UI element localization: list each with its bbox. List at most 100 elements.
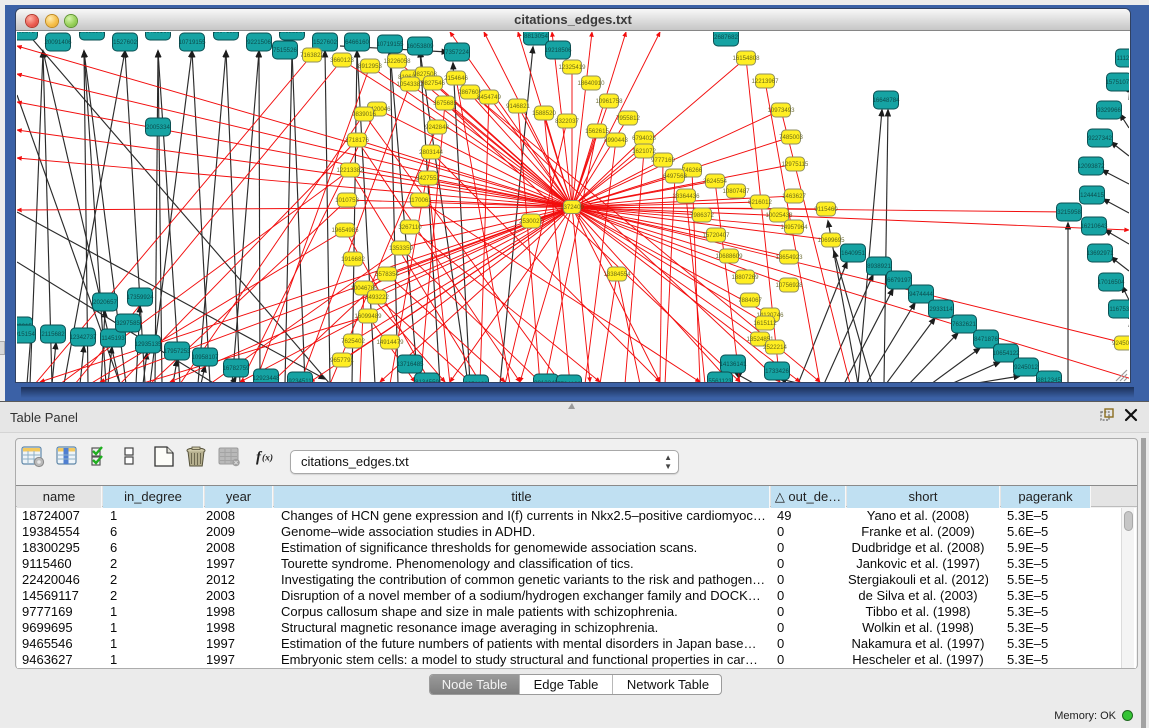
svg-text:12213967: 12213967 [751, 78, 779, 85]
svg-text:5561123: 5561123 [708, 378, 732, 382]
svg-text:1916682: 1916682 [341, 256, 365, 263]
svg-text:10807487: 10807487 [722, 188, 750, 195]
svg-text:2530027: 2530027 [519, 218, 543, 225]
svg-text:7515526: 7515526 [273, 47, 297, 54]
svg-text:10553267: 10553267 [278, 32, 306, 35]
svg-text:7625402: 7625402 [341, 338, 365, 345]
svg-text:16099489: 16099489 [354, 313, 382, 320]
svg-text:10719155: 10719155 [178, 39, 206, 46]
svg-text:17957253: 17957253 [163, 348, 191, 355]
svg-text:10688609: 10688609 [715, 253, 743, 260]
svg-text:2154646: 2154646 [444, 75, 468, 82]
svg-text:1621072: 1621072 [632, 148, 656, 155]
svg-text:12975115: 12975115 [782, 161, 809, 168]
svg-text:18640910: 18640910 [577, 80, 605, 87]
svg-text:6794028: 6794028 [632, 135, 656, 142]
svg-text:7955812: 7955812 [616, 115, 640, 122]
svg-text:10654122: 10654122 [992, 350, 1020, 357]
svg-text:10543382: 10543382 [396, 81, 424, 88]
svg-text:3493222: 3493222 [365, 294, 389, 301]
svg-text:7884067: 7884067 [738, 297, 762, 304]
svg-text:1010753: 1010753 [335, 197, 359, 204]
svg-text:6497568: 6497568 [663, 173, 687, 180]
svg-text:13716485: 13716485 [396, 361, 424, 368]
svg-text:15751074: 15751074 [1105, 79, 1129, 86]
svg-text:1372409: 1372409 [560, 204, 584, 211]
svg-text:2522214: 2522214 [763, 344, 787, 351]
svg-text:1353359: 1353359 [389, 245, 413, 252]
svg-text:14914479: 14914479 [376, 339, 404, 346]
svg-text:16671355: 16671355 [212, 32, 240, 35]
svg-text:12923448: 12923448 [252, 375, 280, 382]
svg-text:3215958: 3215958 [1057, 209, 1081, 216]
svg-text:9474444: 9474444 [909, 291, 933, 298]
svg-text:16053809: 16053809 [406, 43, 434, 50]
svg-text:3675685: 3675685 [433, 100, 457, 107]
svg-text:9777169: 9777169 [651, 157, 675, 164]
svg-text:14136141: 14136141 [719, 361, 747, 368]
svg-text:1170061: 1170061 [408, 197, 432, 204]
svg-text:16782759: 16782759 [222, 365, 250, 372]
svg-text:6466160: 6466160 [345, 39, 369, 46]
svg-text:3915154: 3915154 [17, 331, 35, 338]
svg-text:6216012: 6216012 [748, 199, 772, 206]
svg-text:9245012: 9245012 [1014, 364, 1038, 371]
svg-text:8134559: 8134559 [415, 379, 439, 382]
svg-text:3660123: 3660123 [330, 57, 354, 64]
svg-text:8990443: 8990443 [604, 137, 628, 144]
svg-text:2115682: 2115682 [41, 331, 65, 338]
svg-text:10756928: 10756928 [775, 282, 803, 289]
svg-text:1733426: 1733426 [765, 368, 789, 375]
svg-text:18807269: 18807269 [731, 274, 759, 281]
svg-text:12342737: 12342737 [69, 334, 97, 341]
svg-text:10961758: 10961758 [595, 98, 623, 105]
svg-text:7163822: 7163822 [300, 52, 324, 59]
svg-text:17359924: 17359924 [126, 294, 154, 301]
svg-text:(x): (x) [262, 453, 273, 464]
svg-text:13692971: 13692971 [1086, 250, 1114, 257]
svg-text:9146821: 9146821 [506, 103, 530, 110]
svg-text:8812345: 8812345 [1037, 377, 1061, 382]
svg-text:16154808: 16154808 [732, 55, 760, 62]
svg-text:10553267: 10553267 [78, 32, 106, 35]
svg-text:9221506: 9221506 [247, 39, 271, 46]
svg-text:1588520: 1588520 [532, 110, 556, 117]
svg-text:7485003: 7485003 [779, 134, 803, 141]
svg-text:1527602: 1527602 [313, 39, 337, 46]
svg-text:1463627: 1463627 [782, 193, 806, 200]
svg-text:8912953: 8912953 [358, 63, 382, 70]
svg-text:19654985: 19654985 [331, 227, 359, 234]
svg-text:12325419: 12325419 [558, 64, 586, 71]
svg-text:3267110: 3267110 [398, 224, 422, 231]
svg-text:10719155: 10719155 [376, 41, 404, 48]
svg-text:17016504: 17016504 [1097, 279, 1125, 286]
svg-text:12093872: 12093872 [1077, 163, 1105, 170]
svg-text:13384554: 13384554 [603, 271, 631, 278]
svg-text:1244415: 1244415 [1080, 192, 1104, 199]
svg-text:13226058: 13226058 [383, 58, 411, 65]
svg-text:12213382: 12213382 [336, 167, 364, 174]
svg-text:9115460: 9115460 [814, 206, 838, 213]
svg-text:9242848: 9242848 [425, 124, 449, 131]
svg-text:2005334: 2005334 [146, 124, 170, 131]
svg-text:2718176: 2718176 [345, 137, 369, 144]
svg-text:16210643: 16210643 [1080, 223, 1108, 230]
svg-text:2933114: 2933114 [929, 306, 953, 313]
svg-text:14957964: 14957964 [780, 224, 808, 231]
svg-text:3624554: 3624554 [703, 178, 727, 185]
svg-text:2687682: 2687682 [714, 34, 738, 41]
svg-text:7357224: 7357224 [445, 49, 469, 56]
svg-text:6651123: 6651123 [464, 381, 488, 382]
svg-text:8813054: 8813054 [524, 33, 548, 40]
svg-text:1640951: 1640951 [841, 250, 865, 257]
svg-text:8471876: 8471876 [974, 336, 998, 343]
svg-text:19218506: 19218506 [544, 47, 572, 54]
svg-text:2020657: 2020657 [93, 299, 117, 306]
svg-text:1615112: 1615112 [753, 320, 777, 327]
svg-text:2803144: 2803144 [419, 149, 443, 156]
svg-text:1167531: 1167531 [1109, 306, 1129, 313]
svg-text:9234511: 9234511 [288, 378, 312, 382]
svg-text:23364436: 23364436 [672, 193, 700, 200]
svg-text:10699695: 10699695 [817, 237, 845, 244]
svg-text:5578354: 5578354 [375, 271, 399, 278]
